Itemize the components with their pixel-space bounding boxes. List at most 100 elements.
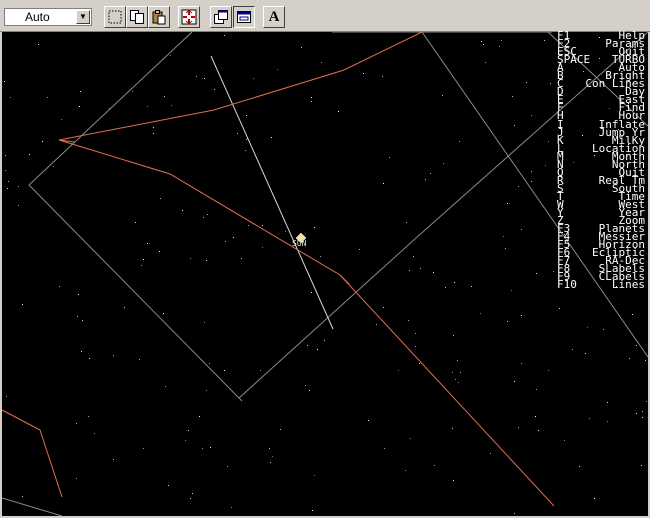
- star: [89, 358, 90, 359]
- star: [521, 363, 522, 364]
- chevron-down-icon[interactable]: ▼: [76, 10, 90, 24]
- star: [182, 210, 183, 211]
- star: [607, 421, 608, 422]
- star: [190, 258, 191, 259]
- star: [415, 333, 416, 334]
- sky-canvas[interactable]: [2, 32, 648, 516]
- star: [168, 485, 169, 486]
- star: [636, 413, 637, 414]
- star: [309, 390, 310, 391]
- properties-button[interactable]: [210, 6, 232, 28]
- constellation-line: [2, 409, 63, 498]
- star: [338, 111, 339, 112]
- star: [452, 372, 453, 373]
- star: [518, 427, 519, 428]
- star: [453, 480, 454, 481]
- paste-button[interactable]: [148, 6, 170, 28]
- star: [507, 203, 508, 204]
- mode-dropdown[interactable]: Auto ▼: [4, 8, 92, 26]
- star: [425, 179, 426, 180]
- star: [10, 97, 11, 98]
- star: [443, 163, 444, 164]
- window-icon: [237, 11, 251, 23]
- star: [81, 351, 82, 352]
- star: [262, 247, 263, 248]
- star: [76, 478, 77, 479]
- star: [5, 155, 6, 156]
- copy-button[interactable]: [126, 6, 148, 28]
- star: [165, 386, 166, 387]
- star: [538, 430, 539, 431]
- star: [481, 41, 482, 42]
- star: [204, 78, 205, 79]
- star: [553, 271, 554, 272]
- star: [383, 183, 384, 184]
- star: [153, 133, 154, 134]
- star: [312, 510, 313, 511]
- star: [559, 308, 560, 309]
- star: [262, 225, 263, 226]
- star: [143, 448, 144, 449]
- star: [8, 181, 9, 182]
- star: [485, 62, 486, 63]
- star: [642, 411, 643, 412]
- select-rect-button[interactable]: [104, 6, 126, 28]
- star: [499, 46, 500, 47]
- star: [320, 256, 321, 257]
- star: [53, 166, 54, 167]
- star: [113, 355, 114, 356]
- key-action: Lines: [611, 278, 645, 292]
- star: [459, 141, 460, 142]
- star: [389, 157, 390, 158]
- star: [646, 401, 647, 402]
- star: [457, 360, 458, 361]
- star: [80, 91, 81, 92]
- star: [535, 416, 536, 417]
- star: [224, 370, 225, 371]
- star: [433, 272, 434, 273]
- star: [196, 76, 197, 77]
- grid-line: [28, 184, 417, 399]
- sun-label: SUN: [292, 239, 307, 248]
- star: [171, 105, 172, 106]
- star: [406, 222, 407, 223]
- star: [231, 507, 232, 508]
- star: [190, 498, 191, 499]
- star: [237, 133, 238, 134]
- star: [132, 91, 133, 92]
- star: [453, 335, 454, 336]
- star: [314, 227, 315, 228]
- zoom-target-button[interactable]: [178, 6, 200, 28]
- star: [113, 459, 114, 460]
- constellation-line: [339, 274, 350, 285]
- star: [233, 237, 234, 238]
- sky-view[interactable]: D05:53 PM Apr 09 2004 Milan 45°30'N 9°15…: [2, 30, 648, 516]
- star: [88, 416, 89, 417]
- star: [636, 345, 637, 346]
- star: [384, 448, 385, 449]
- star: [192, 493, 193, 494]
- star: [77, 316, 78, 317]
- star: [531, 171, 532, 172]
- star: [246, 139, 247, 140]
- star: [382, 76, 383, 77]
- star: [376, 324, 377, 325]
- star: [260, 370, 261, 371]
- star: [589, 418, 590, 419]
- star: [512, 96, 513, 97]
- star: [135, 222, 136, 223]
- zoom-target-icon: [181, 9, 197, 25]
- star: [645, 360, 646, 361]
- star: [545, 165, 546, 166]
- window-button[interactable]: [233, 6, 255, 28]
- star: [629, 358, 630, 359]
- star: [585, 353, 586, 354]
- star: [270, 462, 271, 463]
- star: [548, 141, 549, 142]
- star: [209, 363, 210, 364]
- star: [61, 119, 62, 120]
- font-button[interactable]: A: [263, 6, 285, 28]
- star: [207, 214, 208, 215]
- star: [272, 456, 273, 457]
- star: [321, 62, 322, 63]
